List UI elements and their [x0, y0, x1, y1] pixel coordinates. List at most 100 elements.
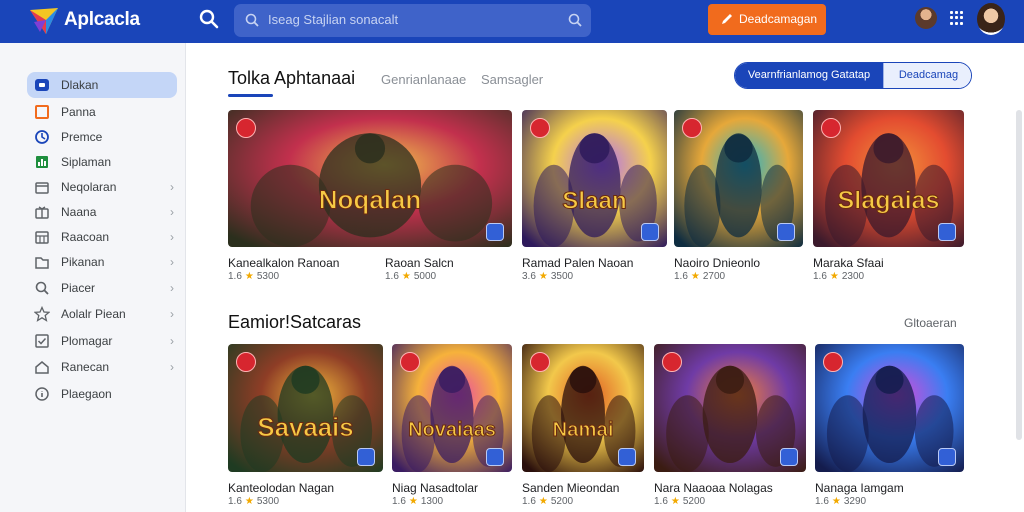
download-button-label: Deadcamagan: [739, 12, 818, 26]
rating-value: 1.6: [522, 496, 536, 507]
folder-icon: [35, 257, 49, 269]
hot-badge-icon: [821, 118, 841, 138]
star-icon: ★: [401, 271, 411, 282]
sidebar-item-label: Ranecan: [61, 360, 110, 374]
sidebar-item-9[interactable]: Aolalr Piean ›: [27, 301, 177, 327]
download-button[interactable]: Deadcamagan: [708, 4, 826, 35]
platform-badge-icon: [938, 448, 956, 466]
star-icon: ★: [831, 496, 841, 507]
hot-badge-icon: [236, 118, 256, 138]
chevron-right-icon: ›: [170, 281, 174, 295]
scrollbar[interactable]: [1016, 110, 1022, 440]
game-card-image[interactable]: Slaan: [522, 110, 667, 247]
sidebar: Dlakan Panna Premce Siplaman Neqolaran › Naana…: [0, 43, 186, 512]
sidebar-item-1[interactable]: Panna: [27, 99, 177, 125]
sidebar-item-10[interactable]: Plomagar ›: [27, 328, 177, 354]
platform-badge-icon: [938, 223, 956, 241]
game-card-image[interactable]: [674, 110, 803, 247]
platform-badge-icon: [357, 448, 375, 466]
star-icon: ★: [829, 271, 839, 282]
hot-badge-icon: [530, 118, 550, 138]
profile-avatar-small[interactable]: [915, 7, 937, 29]
game-card-image[interactable]: [815, 344, 964, 472]
segment-primary-button[interactable]: Vearnfrianlamog Gatatap: [735, 63, 883, 88]
apps-grid-icon[interactable]: [950, 11, 964, 25]
chevron-right-icon: ›: [170, 307, 174, 321]
hot-badge-icon: [662, 352, 682, 372]
rating-value: 1.6: [385, 271, 399, 282]
game-title[interactable]: Nara Naaoaa Nolagas: [654, 481, 773, 495]
sidebar-item-label: Raacoan: [61, 230, 110, 244]
check-box-icon: [35, 334, 49, 348]
platform-badge-icon: [618, 448, 636, 466]
see-all-link[interactable]: Gltoaeran: [904, 316, 957, 330]
rating-value: 1.6: [813, 271, 827, 282]
hot-badge-icon: [530, 352, 550, 372]
sidebar-item-3[interactable]: Siplaman: [27, 149, 177, 175]
section-title-featured: Eamior!Satcaras: [228, 312, 362, 332]
clock-icon: [35, 130, 49, 144]
game-rating: 1.6 ★ 5300: [228, 496, 279, 507]
search-placeholder: Iseag Stajlian sonacalt: [268, 12, 399, 27]
sidebar-item-7[interactable]: Pikanan ›: [27, 249, 177, 275]
game-title[interactable]: Nanaga Iamgam: [815, 481, 904, 495]
tab-samples[interactable]: Samsagler: [481, 72, 543, 87]
sidebar-item-label: Naana: [61, 205, 97, 219]
download-count: 1300: [420, 496, 444, 507]
brand-name[interactable]: Aplcacla: [64, 9, 140, 31]
sidebar-item-label: Aolalr Piean: [61, 307, 126, 321]
game-title[interactable]: Sanden Mieondan: [522, 481, 619, 495]
sidebar-item-11[interactable]: Ranecan ›: [27, 354, 177, 380]
sidebar-item-label: Neqolaran: [61, 180, 117, 194]
game-title[interactable]: Kanealkalon Ranoan: [228, 256, 339, 270]
game-card-image[interactable]: Slagaias: [813, 110, 964, 247]
sidebar-item-label: Plaegaon: [61, 387, 112, 401]
rating-value: 1.6: [815, 496, 829, 507]
star-icon: ★: [538, 496, 548, 507]
game-card-image[interactable]: Savaais: [228, 344, 383, 472]
search-input[interactable]: Iseag Stajlian sonacalt: [234, 4, 591, 37]
game-card-image[interactable]: Namai: [522, 344, 644, 472]
svg-text:Slagaias: Slagaias: [837, 187, 939, 215]
app-logo-icon[interactable]: [28, 4, 60, 36]
download-count: 3290: [843, 496, 867, 507]
game-title[interactable]: Maraka Sfaai: [813, 256, 884, 270]
sidebar-item-12[interactable]: Plaegaon: [27, 381, 177, 407]
download-count: 5300: [256, 496, 280, 507]
chevron-right-icon: ›: [170, 360, 174, 374]
star-icon: [34, 306, 50, 322]
svg-text:Noqalan: Noqalan: [319, 185, 422, 215]
game-title[interactable]: Naoiro Dnieonlo: [674, 256, 760, 270]
sidebar-item-5[interactable]: Naana ›: [27, 199, 177, 225]
download-count: 2700: [702, 271, 726, 282]
chevron-right-icon: ›: [170, 255, 174, 269]
sidebar-item-8[interactable]: Piacer ›: [27, 275, 177, 301]
game-title[interactable]: Raoan Salcn: [385, 256, 454, 270]
platform-badge-icon: [777, 223, 795, 241]
svg-text:Namai: Namai: [552, 419, 613, 441]
sidebar-item-2[interactable]: Premce: [27, 124, 177, 150]
game-card-image[interactable]: [654, 344, 806, 472]
game-title[interactable]: Ramad Palen Naoan: [522, 256, 633, 270]
game-card-image[interactable]: Novaiaas: [392, 344, 512, 472]
search-submit-icon[interactable]: [567, 12, 583, 28]
game-title[interactable]: Niag Nasadtolar: [392, 481, 478, 495]
account-avatar[interactable]: [977, 3, 1005, 35]
search-icon[interactable]: [198, 8, 220, 30]
sidebar-item-label: Dlakan: [61, 78, 99, 92]
sidebar-item-label: Piacer: [61, 281, 96, 295]
segment-secondary-button[interactable]: Deadcamag: [883, 63, 971, 88]
game-rating: 1.6 ★ 5200: [654, 496, 705, 507]
square-icon: [35, 105, 49, 119]
segmented-control: Vearnfrianlamog Gatatap Deadcamag: [734, 62, 972, 89]
tab-genre[interactable]: Genrianlanaae: [381, 72, 466, 87]
game-card-image[interactable]: Noqalan: [228, 110, 512, 247]
game-title[interactable]: Kanteolodan Nagan: [228, 481, 334, 495]
hot-badge-icon: [400, 352, 420, 372]
chevron-right-icon: ›: [170, 180, 174, 194]
sidebar-item-0[interactable]: Dlakan: [27, 72, 177, 98]
sidebar-item-6[interactable]: Raacoan ›: [27, 224, 177, 250]
sidebar-item-4[interactable]: Neqolaran ›: [27, 174, 177, 200]
store-icon: [35, 79, 49, 91]
sidebar-item-label: Siplaman: [61, 155, 112, 169]
